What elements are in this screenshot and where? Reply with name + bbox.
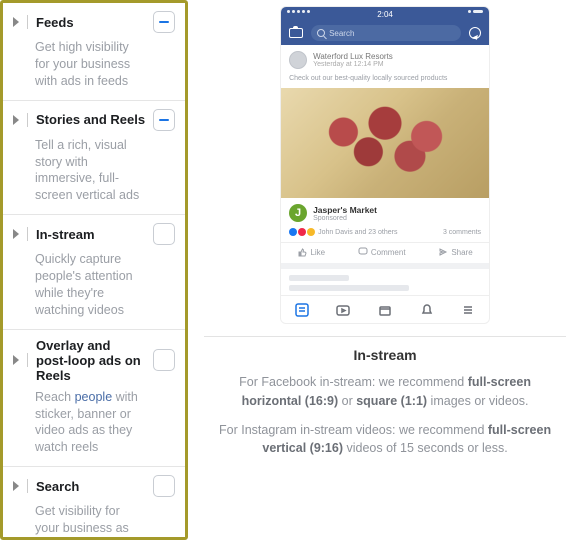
tab-video-icon[interactable] [335,302,351,318]
page-name: Waterford Lux Resorts [313,52,393,61]
tab-market-icon[interactable] [377,302,393,318]
phone-time: 2:04 [377,10,393,19]
placement-item[interactable]: Search Get visibility for your business … [3,467,185,540]
search-icon [317,29,325,37]
phone-tab-bar [281,295,489,323]
camera-icon [289,28,303,38]
chevron-right-icon[interactable] [13,355,19,365]
page-post: Waterford Lux Resorts Yesterday at 12:14… [281,45,489,269]
preview-panel: 2:04 Search Waterford Lux Resorts Yester… [188,0,580,540]
chevron-right-icon[interactable] [13,17,19,27]
tab-notifications-icon[interactable] [419,302,435,318]
placement-description: Tell a rich, visual story with immersive… [35,137,145,205]
share-button[interactable]: Share [438,247,472,257]
divider [27,227,28,241]
tab-menu-icon[interactable] [460,302,476,318]
tab-feed-icon[interactable] [294,302,310,318]
placements-panel: Feeds Get high visibility for your busin… [0,0,188,540]
placement-title: Feeds [36,15,145,30]
chevron-right-icon[interactable] [13,481,19,491]
wow-reaction-icon [307,228,315,236]
reaction-text: John Davis and 23 others [318,229,397,236]
placement-checkbox[interactable] [153,475,175,497]
avatar [289,51,307,69]
search-placeholder: Search [329,29,354,38]
sponsor-name: Jasper's Market [313,205,377,215]
placement-description: Get high visibility for your business wi… [35,39,145,90]
post-caption: Check out our best-quality locally sourc… [281,75,489,88]
preview-paragraph-2: For Instagram in-stream videos: we recom… [204,421,566,459]
love-reaction-icon [298,228,306,236]
phone-mockup: 2:04 Search Waterford Lux Resorts Yester… [280,6,490,324]
placement-checkbox[interactable] [153,349,175,371]
comment-count: 3 comments [443,229,481,236]
comment-button[interactable]: Comment [358,247,406,257]
chevron-right-icon[interactable] [13,229,19,239]
divider [27,113,28,127]
placement-description: Reach people with sticker, banner or vid… [35,389,145,457]
placement-description: Get visibility for your business as peop… [35,503,145,540]
divider [27,353,28,367]
search-input[interactable]: Search [311,25,461,41]
placement-item[interactable]: Overlay and post-loop ads on Reels Reach… [3,330,185,468]
phone-status-bar: 2:04 [281,7,489,21]
chevron-right-icon[interactable] [13,115,19,125]
reactions-row: John Davis and 23 others 3 comments [281,224,489,242]
next-post-placeholder [281,269,489,295]
placement-checkbox[interactable] [153,223,175,245]
like-reaction-icon [289,228,297,236]
placement-item[interactable]: Feeds Get high visibility for your busin… [3,3,185,101]
feed: Waterford Lux Resorts Yesterday at 12:14… [281,45,489,295]
placement-title: Overlay and post-loop ads on Reels [36,338,145,383]
like-button[interactable]: Like [297,247,325,257]
fb-header: Search [281,21,489,45]
action-row: Like Comment Share [281,242,489,263]
placement-title: Stories and Reels [36,112,145,127]
divider [27,479,28,493]
placement-title: In-stream [36,227,145,242]
divider [27,15,28,29]
post-image [281,88,489,198]
divider [204,336,566,337]
page-time: Yesterday at 12:14 PM [313,61,393,68]
placement-title: Search [36,479,145,494]
messenger-icon[interactable] [469,27,481,39]
placement-item[interactable]: Stories and Reels Tell a rich, visual st… [3,101,185,216]
placement-checkbox[interactable] [153,109,175,131]
preview-paragraph-1: For Facebook in-stream: we recommend ful… [204,373,566,411]
sponsor-avatar: J [289,204,307,222]
sponsored-block: J Jasper's Market Sponsored [281,198,489,224]
sponsor-tag: Sponsored [313,215,377,222]
placement-item[interactable]: In-stream Quickly capture people's atten… [3,215,185,330]
preview-title: In-stream [354,347,417,363]
placement-checkbox[interactable] [153,11,175,33]
placement-description: Quickly capture people's attention while… [35,251,145,319]
people-link[interactable]: people [75,390,113,404]
